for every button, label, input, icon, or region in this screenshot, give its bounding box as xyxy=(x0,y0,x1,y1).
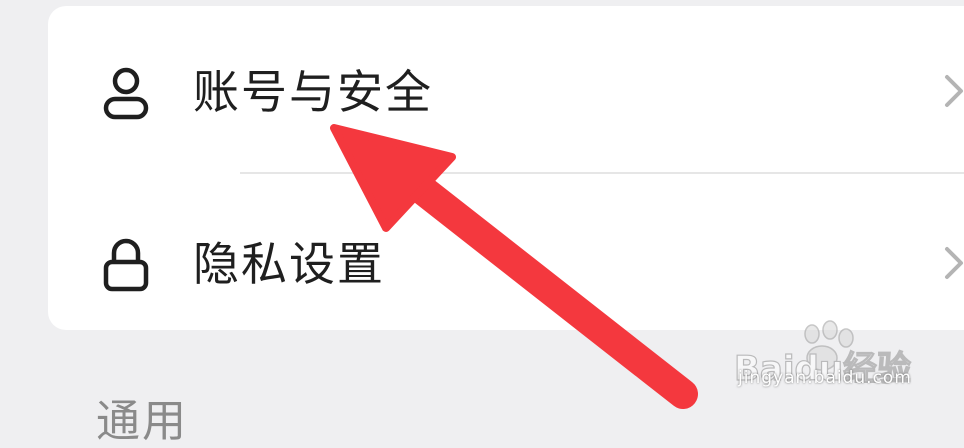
baidu-paw-logo: Baidu经验 xyxy=(733,320,912,390)
account-security-label: 账号与安全 xyxy=(193,65,433,119)
watermark-url: jingyan.baidu.com xyxy=(738,368,912,388)
chevron-right-icon xyxy=(945,247,963,279)
settings-row-account-security[interactable]: 账号与安全 xyxy=(48,12,964,170)
row-divider xyxy=(240,172,964,174)
privacy-settings-label: 隐私设置 xyxy=(193,237,385,291)
lock-icon xyxy=(103,238,149,292)
general-section-header: 通用 xyxy=(96,396,188,447)
user-icon xyxy=(103,67,149,120)
settings-card: 账号与安全 隐私设置 xyxy=(48,6,964,330)
chevron-right-icon xyxy=(945,75,963,107)
